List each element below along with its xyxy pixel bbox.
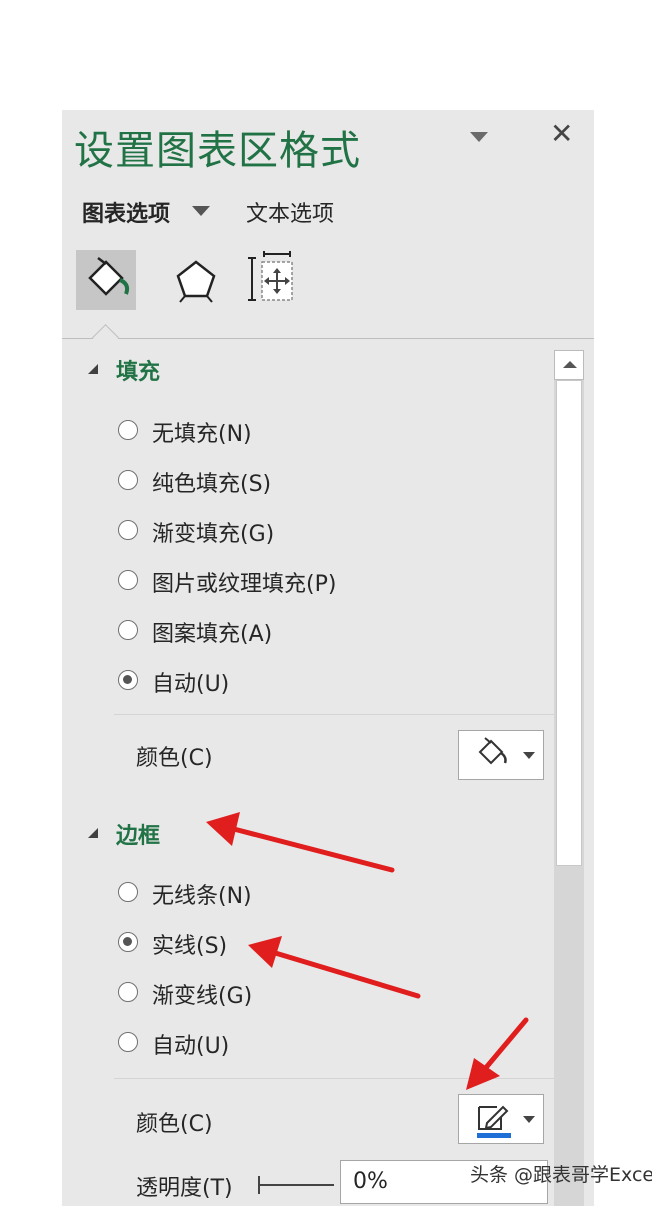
red-arrow-icon — [206, 812, 395, 873]
annotation-arrows — [206, 812, 529, 1090]
red-arrow-icon — [248, 936, 421, 999]
watermark-text: 头条 @跟表哥学Excel — [470, 1164, 652, 1186]
red-arrow-icon — [466, 1017, 529, 1090]
